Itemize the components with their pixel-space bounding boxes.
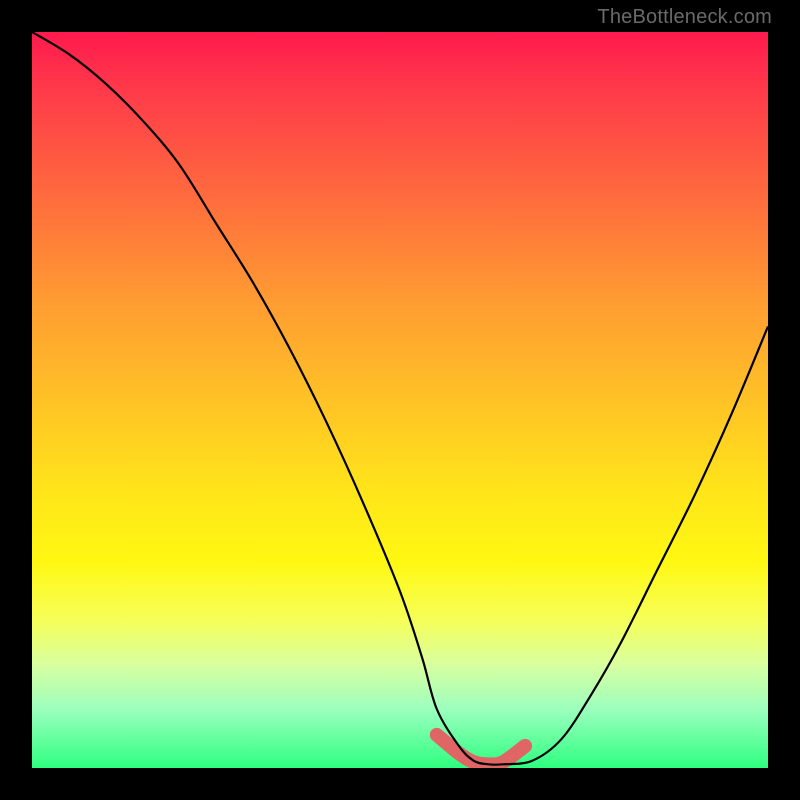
watermark-text: TheBottleneck.com: [597, 6, 772, 29]
chart-svg: [32, 32, 768, 768]
plot-area: [32, 32, 768, 768]
optimal-band-path: [437, 735, 525, 765]
chart-frame: TheBottleneck.com: [0, 0, 800, 800]
bottleneck-curve-path: [32, 32, 768, 765]
